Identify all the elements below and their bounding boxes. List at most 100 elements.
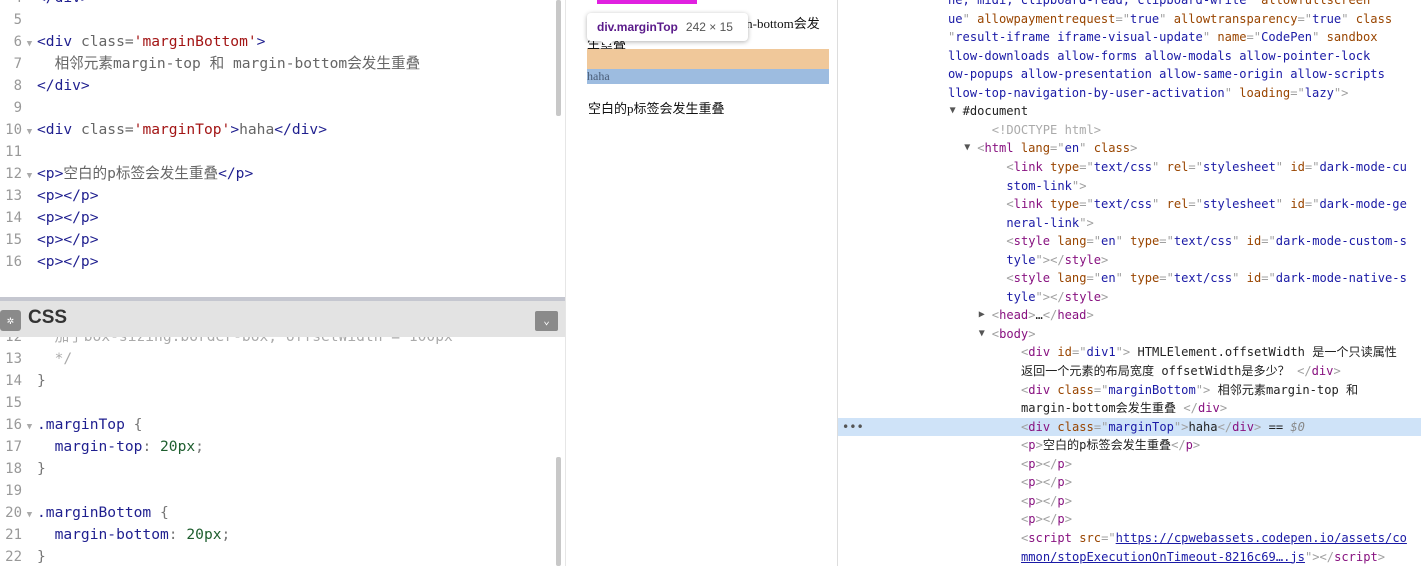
dom-node-line[interactable]: ▼ #document <box>838 102 1421 121</box>
code-line[interactable]: 11 <box>0 141 37 163</box>
dom-node-line[interactable]: <script src="https://cpwebassets.codepen… <box>838 529 1421 548</box>
code-line[interactable]: 16 <p></p> <box>0 251 98 273</box>
dom-node-line[interactable]: <p>空白的p标签会发生重叠</p> <box>838 436 1421 455</box>
dom-node-line[interactable]: <p></p> <box>838 473 1421 492</box>
code-token: : <box>142 438 161 455</box>
dom-token: sandbox <box>1326 30 1378 45</box>
dom-node-line[interactable]: ow-popups allow-presentation allow-same-… <box>838 65 1421 84</box>
dom-node-line[interactable]: ue" allowpaymentrequest="true" allowtran… <box>838 10 1421 29</box>
code-token: 'marginBottom' <box>133 33 257 50</box>
script-src-link[interactable]: https://cpwebassets.codepen.io/assets/co <box>1116 531 1407 545</box>
dom-token: ></ <box>1035 456 1058 471</box>
dom-token: ow-popups allow-presentation allow-same-… <box>948 67 1385 82</box>
dom-node-line[interactable]: tyle"></style> <box>838 288 1421 307</box>
code-line[interactable]: 21 margin-bottom: 20px; <box>0 524 230 546</box>
script-src-link[interactable]: mmon/stopExecutionOnTimeout-8216c69….js <box>1021 550 1305 564</box>
html-editor-scrollbar[interactable] <box>556 0 561 116</box>
code-line[interactable]: 12 ▼ <p>空白的p标签会发生重叠</p> <box>0 163 253 185</box>
code-line[interactable]: 6 ▼ <div class='marginBottom'> <box>0 31 266 55</box>
code-line[interactable]: 8 </div> <box>0 75 90 97</box>
dom-node-line[interactable]: ▼ <html lang="en" class> <box>838 139 1421 158</box>
code-line[interactable]: 15 <box>0 392 37 414</box>
html-editor[interactable]: 4</div>56▼<div class='marginBottom'>7 相邻… <box>0 0 565 297</box>
gear-icon[interactable]: ✲ <box>0 310 21 331</box>
collapsed-arrow-icon[interactable]: ▶ <box>979 306 985 325</box>
code-line[interactable]: 7 相邻元素margin-top 和 margin-bottom会发生重叠 <box>0 53 421 75</box>
dom-node-line[interactable]: ne, midi, clipboard-read, clipboard-writ… <box>838 0 1421 10</box>
dom-node-line[interactable]: llow-downloads allow-forms allow-modals … <box>838 47 1421 66</box>
dom-token: " <box>1224 85 1240 100</box>
expanded-arrow-icon[interactable]: ▼ <box>979 325 985 344</box>
dom-node-line[interactable]: <p></p> <box>838 492 1421 511</box>
dom-node-selected[interactable]: ••• <div class="marginTop">haha</div> == … <box>838 417 1421 437</box>
line-number: 13 <box>5 188 22 204</box>
dom-node-line[interactable]: ▶ <head>…</head> <box>838 306 1421 325</box>
code-line[interactable]: 14} <box>0 370 46 392</box>
expanded-arrow-icon[interactable]: ▼ <box>964 139 970 158</box>
dom-node-line[interactable]: <p></p> <box>838 455 1421 474</box>
code-line[interactable]: 13 <p></p> <box>0 185 98 207</box>
dom-node-line[interactable]: llow-top-navigation-by-user-activation" … <box>838 84 1421 103</box>
dom-token: =" <box>1086 271 1102 286</box>
editor-preview-divider[interactable] <box>565 0 580 566</box>
dom-node-line[interactable]: tyle"></style> <box>838 251 1421 270</box>
fold-arrow-icon[interactable]: ▼ <box>22 504 37 526</box>
fold-arrow-icon[interactable]: ▼ <box>22 121 37 143</box>
dom-token: type <box>1130 234 1160 249</box>
code-token: .marginBottom <box>37 504 152 521</box>
line-number: 14 <box>5 210 22 226</box>
expanded-arrow-icon[interactable]: ▼ <box>950 102 956 121</box>
dom-node-line[interactable]: <style lang="en" type="text/css" id="dar… <box>838 269 1421 288</box>
fold-arrow-icon[interactable]: ▼ <box>22 416 37 438</box>
dom-token: p <box>1057 493 1065 508</box>
code-line[interactable]: 14 <p></p> <box>0 207 98 229</box>
fold-arrow-icon[interactable]: ▼ <box>22 33 37 55</box>
dom-node-line[interactable]: stom-link"> <box>838 177 1421 196</box>
code-line[interactable]: 16 ▼ .marginTop { <box>0 414 142 436</box>
code-line[interactable]: 20 ▼ .marginBottom { <box>0 502 169 524</box>
dom-node-line[interactable]: mmon/stopExecutionOnTimeout-8216c69….js"… <box>838 548 1421 566</box>
code-token: <div <box>37 33 81 50</box>
more-options-icon[interactable]: ••• <box>842 418 864 437</box>
dom-node-line[interactable]: <div id="div1"> HTMLElement.offsetWidth … <box>838 343 1421 362</box>
dom-node-line[interactable]: neral-link"> <box>838 214 1421 233</box>
css-editor[interactable]: 12 加了box-sizing:border-box; offsetWidth … <box>0 337 565 566</box>
dom-node-line[interactable]: <link type="text/css" rel="stylesheet" i… <box>838 158 1421 177</box>
code-line[interactable]: 22} <box>0 546 46 566</box>
code-line[interactable]: 10 ▼ <div class='marginTop'>haha</div> <box>0 119 327 141</box>
line-number: 15 <box>5 232 22 248</box>
dom-token: style <box>1064 252 1102 267</box>
dom-node-line[interactable]: <style lang="en" type="text/css" id="dar… <box>838 232 1421 251</box>
code-token: 空白的p标签会发生重叠 <box>63 165 219 182</box>
code-line[interactable]: 4 </div> <box>0 0 90 9</box>
code-line[interactable]: 15 <p></p> <box>0 229 98 251</box>
dom-node-line[interactable]: ▼ <body> <box>838 325 1421 344</box>
code-token: 相邻元素margin-top 和 margin-bottom会发生重叠 <box>37 55 421 72</box>
dom-token: <!DOCTYPE html> <box>991 122 1102 137</box>
devtools-elements-panel[interactable]: ne, midi, clipboard-read, clipboard-writ… <box>838 0 1421 566</box>
dom-node-line[interactable]: <p></p> <box>838 510 1421 529</box>
chevron-down-icon[interactable]: ⌄ <box>535 311 558 331</box>
dom-node-line[interactable]: "result-iframe iframe-visual-update" nam… <box>838 28 1421 47</box>
code-line[interactable]: 19 <box>0 480 37 502</box>
dom-node-line[interactable]: <div class="marginBottom"> 相邻元素margin-to… <box>838 381 1421 400</box>
dom-token: lang <box>1057 271 1087 286</box>
code-line[interactable]: 18} <box>0 458 46 480</box>
dom-token: </ <box>1297 364 1312 378</box>
code-line[interactable]: 12 加了box-sizing:border-box; offsetWidth … <box>0 337 453 348</box>
dom-token: " <box>1232 271 1247 286</box>
dom-node-line[interactable]: <!DOCTYPE html> <box>838 121 1421 140</box>
dom-node-line[interactable]: margin-bottom会发生重叠 </div> <box>838 399 1421 418</box>
code-line[interactable]: 13 */ <box>0 348 72 370</box>
fold-arrow-icon[interactable]: ▼ <box>22 165 37 187</box>
tooltip-selector: div.marginTop <box>597 20 678 34</box>
code-line[interactable]: 9 <box>0 97 37 119</box>
dom-node-line[interactable]: 返回一个元素的布局宽度 offsetWidth是多少？ </div> <box>838 362 1421 381</box>
css-editor-scrollbar[interactable] <box>556 457 561 566</box>
dom-node-line[interactable]: <link type="text/css" rel="stylesheet" i… <box>838 195 1421 214</box>
code-line[interactable]: 5 <box>0 9 37 31</box>
dom-token: > <box>1101 252 1109 267</box>
dom-token: " <box>1202 30 1218 45</box>
code-line[interactable]: 17 margin-top: 20px; <box>0 436 204 458</box>
dom-token: id <box>1290 159 1305 174</box>
